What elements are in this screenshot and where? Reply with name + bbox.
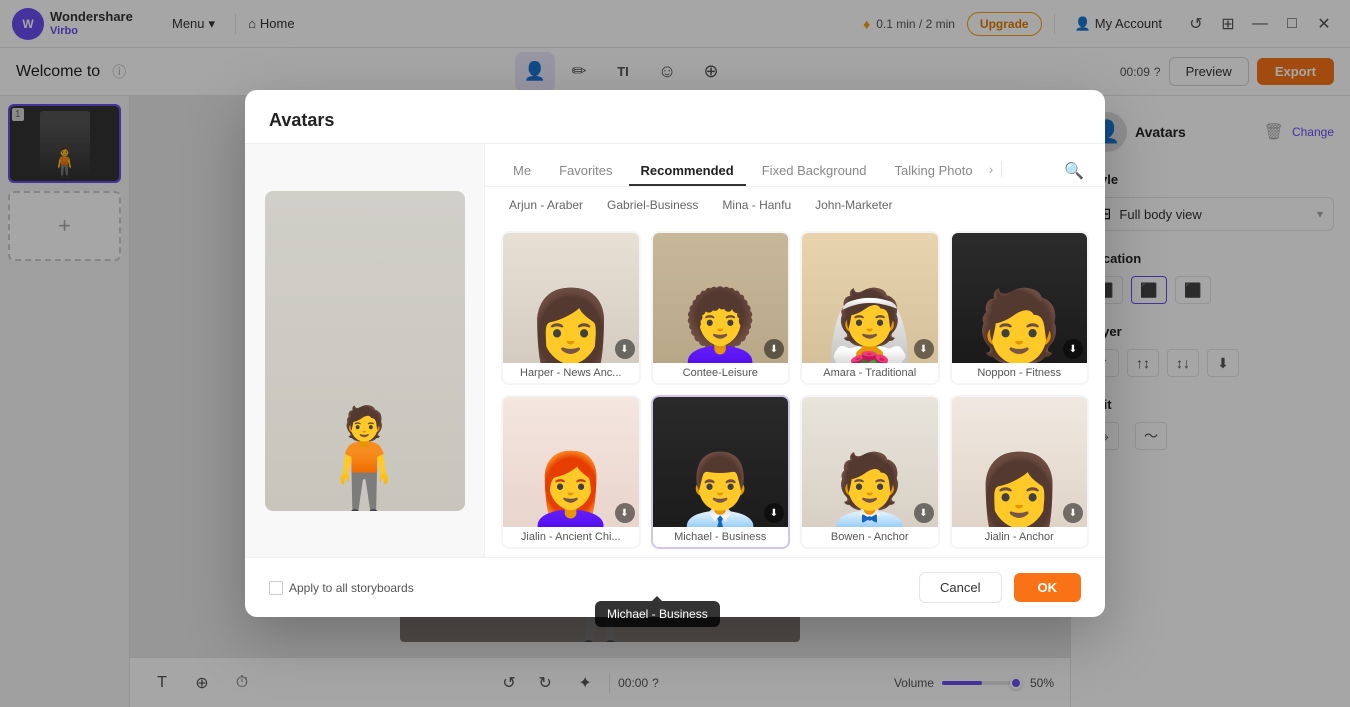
avatars-grid: 👩 ⬇ Harper - News Anc... 👩‍🦱 ⬇ Contee-Le… bbox=[485, 223, 1105, 557]
download-icon-5: ⬇ bbox=[615, 503, 635, 523]
avatar-card-amara[interactable]: 👰 ⬇ Amara - Traditional bbox=[800, 231, 940, 385]
subtab-john[interactable]: John-Marketer bbox=[807, 195, 900, 215]
avatar-img-contee: 👩‍🦱 ⬇ bbox=[653, 233, 789, 363]
avatar-img-noppon: 🧑 ⬇ bbox=[952, 233, 1088, 363]
download-icon-3: ⬇ bbox=[914, 339, 934, 359]
avatar-img-bowen: 🧑‍💼 ⬇ bbox=[802, 397, 938, 527]
tab-me[interactable]: Me bbox=[501, 157, 543, 186]
apply-all-checkbox[interactable]: Apply to all storyboards bbox=[269, 581, 414, 595]
subtab-gabriel[interactable]: Gabriel-Business bbox=[599, 195, 706, 215]
modal-body: 🧍 Me Favorites Recommended Fixed Backgro… bbox=[245, 144, 1105, 557]
avatar-img-amara: 👰 ⬇ bbox=[802, 233, 938, 363]
avatar-card-michael[interactable]: 👨‍💼 ⬇ Michael - Business bbox=[651, 395, 791, 549]
avatar-card-harper[interactable]: 👩 ⬇ Harper - News Anc... bbox=[501, 231, 641, 385]
cancel-button[interactable]: Cancel bbox=[919, 572, 1001, 603]
modal-right: Me Favorites Recommended Fixed Backgroun… bbox=[485, 144, 1105, 557]
avatar-name-amara: Amara - Traditional bbox=[802, 363, 938, 383]
avatar-card-noppon[interactable]: 🧑 ⬇ Noppon - Fitness bbox=[950, 231, 1090, 385]
checkbox-icon[interactable] bbox=[269, 581, 283, 595]
tab-fixed-bg[interactable]: Fixed Background bbox=[750, 157, 879, 186]
avatar-name-bowen: Bowen - Anchor bbox=[802, 527, 938, 547]
tabs-row: Me Favorites Recommended Fixed Backgroun… bbox=[485, 144, 1105, 187]
modal-overlay: Avatars 🧍 Me Favorites Recommended Fixed… bbox=[0, 0, 1350, 707]
avatar-card-contee[interactable]: 👩‍🦱 ⬇ Contee-Leisure bbox=[651, 231, 791, 385]
tab-recommended[interactable]: Recommended bbox=[629, 157, 746, 186]
modal-title: Avatars bbox=[269, 110, 1081, 131]
avatar-card-jialin[interactable]: 👩‍🦰 ⬇ Jialin - Ancient Chi... bbox=[501, 395, 641, 549]
tab-favorites[interactable]: Favorites bbox=[547, 157, 624, 186]
tab-divider bbox=[1001, 161, 1002, 177]
chevron-right-icon[interactable]: › bbox=[989, 161, 994, 177]
download-icon-7: ⬇ bbox=[914, 503, 934, 523]
avatar-img-harper: 👩 ⬇ bbox=[503, 233, 639, 363]
tab-talking-photo[interactable]: Talking Photo bbox=[883, 157, 985, 186]
avatar-img-michael: 👨‍💼 ⬇ bbox=[653, 397, 789, 527]
modal-footer: Apply to all storyboards Cancel OK bbox=[245, 557, 1105, 617]
avatar-card-bowen[interactable]: 🧑‍💼 ⬇ Bowen - Anchor bbox=[800, 395, 940, 549]
download-icon-4: ⬇ bbox=[1063, 339, 1083, 359]
subtab-mina[interactable]: Mina - Hanfu bbox=[714, 195, 799, 215]
avatar-name-contee: Contee-Leisure bbox=[653, 363, 789, 383]
download-icon-8: ⬇ bbox=[1063, 503, 1083, 523]
avatar-img-jialin2: 👩 ⬇ bbox=[952, 397, 1088, 527]
subtabs-row: Arjun - Araber Gabriel-Business Mina - H… bbox=[485, 187, 1105, 223]
subtab-arjun[interactable]: Arjun - Araber bbox=[501, 195, 591, 215]
ok-button[interactable]: OK bbox=[1014, 573, 1082, 602]
download-icon: ⬇ bbox=[615, 339, 635, 359]
avatar-card-jialin2[interactable]: 👩 ⬇ Jialin - Anchor bbox=[950, 395, 1090, 549]
avatar-name-harper: Harper - News Anc... bbox=[503, 363, 639, 383]
modal-header: Avatars bbox=[245, 90, 1105, 144]
modal-preview: 🧍 bbox=[245, 144, 485, 557]
avatars-modal: Avatars 🧍 Me Favorites Recommended Fixed… bbox=[245, 90, 1105, 617]
avatar-name-jialin: Jialin - Ancient Chi... bbox=[503, 527, 639, 547]
download-icon-6: ⬇ bbox=[764, 503, 784, 523]
avatar-name-noppon: Noppon - Fitness bbox=[952, 363, 1088, 383]
avatar-name-jialin2: Jialin - Anchor bbox=[952, 527, 1088, 547]
avatar-img-jialin: 👩‍🦰 ⬇ bbox=[503, 397, 639, 527]
preview-figure: 🧍 bbox=[265, 191, 465, 511]
avatar-name-michael: Michael - Business bbox=[653, 527, 789, 547]
search-button[interactable]: 🔍 bbox=[1059, 156, 1089, 186]
download-icon-2: ⬇ bbox=[764, 339, 784, 359]
